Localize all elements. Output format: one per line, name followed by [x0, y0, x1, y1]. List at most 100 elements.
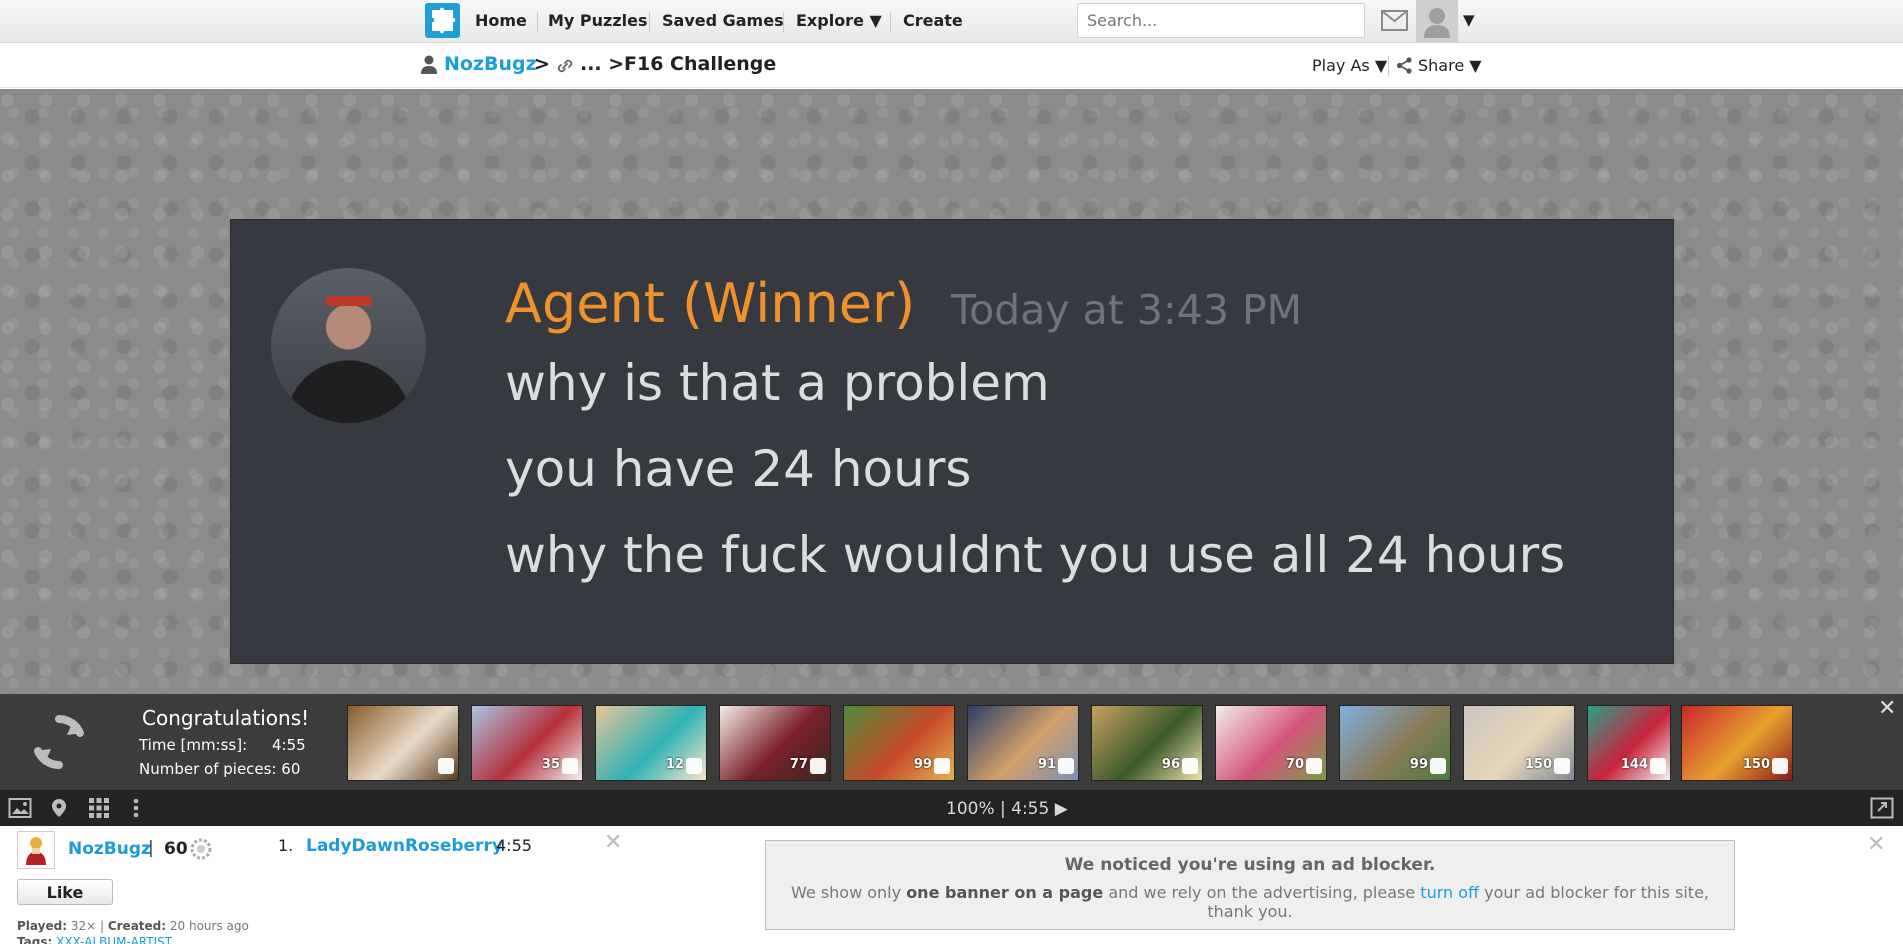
user-silhouette-icon: [1424, 8, 1450, 38]
suggested-puzzle-thumbnail[interactable]: 91: [967, 705, 1079, 781]
chat-avatar: [271, 268, 426, 423]
puzzle-info-area: NozBugz | 60 Like Played: 32× | Created:…: [0, 826, 1903, 944]
account-menu-caret[interactable]: ▼: [1463, 11, 1475, 29]
suggested-puzzle-thumbnail[interactable]: 96: [1091, 705, 1203, 781]
image-preview-icon[interactable]: [8, 797, 32, 819]
close-icon[interactable]: ✕: [604, 830, 622, 855]
nav-my-puzzles[interactable]: My Puzzles: [548, 11, 648, 30]
puzzle-piece-icon: [562, 758, 578, 774]
puzzle-piece-icon: [438, 758, 454, 774]
congrats-title: Congratulations!: [142, 706, 310, 730]
user-icon: [421, 55, 437, 74]
search-input[interactable]: [1077, 3, 1365, 38]
more-options-icon[interactable]: [132, 797, 140, 819]
breadcrumb-user-link[interactable]: NozBugz: [444, 53, 537, 75]
ad-notice-text: We show only one banner on a page and we…: [766, 883, 1734, 921]
mail-icon[interactable]: [1381, 10, 1408, 31]
suggested-puzzle-thumbnail[interactable]: [347, 705, 459, 781]
zoom-and-timer[interactable]: 100% | 4:55 ▶: [946, 799, 1068, 819]
thumbnail-piece-count: 77: [789, 757, 808, 772]
edge-pieces-icon[interactable]: [88, 797, 110, 819]
ad-blocker-notice: We noticed you're using an ad blocker. W…: [765, 840, 1735, 930]
nav-divider: [537, 12, 538, 32]
created-label: Created:: [107, 919, 167, 933]
ad-text-emphasis: one banner on a page: [906, 883, 1104, 902]
ghost-image-icon[interactable]: [47, 797, 71, 819]
puzzle-piece-icon: [810, 758, 826, 774]
top-navbar: Home My Puzzles Saved Games Explore ▼ Cr…: [0, 0, 1903, 43]
share-dropdown[interactable]: Share ▼: [1418, 56, 1482, 75]
pieces-count: Number of pieces: 60: [139, 760, 301, 778]
chat-message-line: why is that a problem: [505, 354, 1050, 412]
ad-notice-title: We noticed you're using an ad blocker.: [1064, 855, 1436, 875]
thumbnail-piece-count: 12: [665, 757, 684, 772]
leaderboard-time: 4:55: [496, 836, 532, 855]
played-label: Played:: [17, 919, 67, 933]
puzzle-canvas[interactable]: Agent (Winner) Today at 3:43 PM why is t…: [0, 89, 1903, 694]
nav-explore[interactable]: Explore ▼: [796, 11, 882, 30]
author-score: 60: [164, 839, 188, 859]
suggested-puzzle-thumbnail[interactable]: 150: [1463, 705, 1575, 781]
suggested-puzzle-thumbnail[interactable]: 144: [1587, 705, 1671, 781]
thumbnail-piece-count: 99: [913, 757, 932, 772]
replay-icon[interactable]: [28, 711, 90, 773]
close-icon[interactable]: ✕: [1867, 832, 1885, 857]
like-button[interactable]: Like: [17, 879, 113, 905]
site-logo[interactable]: [425, 3, 460, 38]
suggested-puzzle-thumbnail[interactable]: 99: [843, 705, 955, 781]
nav-home[interactable]: Home: [475, 11, 527, 30]
nav-create[interactable]: Create: [903, 11, 963, 30]
chat-message-line: you have 24 hours: [505, 440, 972, 498]
author-link[interactable]: NozBugz: [68, 839, 151, 859]
fullscreen-icon[interactable]: [1870, 797, 1894, 819]
puzzle-toolbar: 100% | 4:55 ▶: [0, 790, 1903, 826]
suggested-puzzle-thumbnail[interactable]: 70: [1215, 705, 1327, 781]
suggested-puzzle-thumbnail[interactable]: 35: [471, 705, 583, 781]
turn-off-link[interactable]: turn off: [1420, 883, 1479, 902]
suggested-puzzle-thumbnail[interactable]: 150: [1681, 705, 1793, 781]
nav-divider: [783, 12, 784, 32]
suggested-puzzle-thumbnail[interactable]: 77: [719, 705, 831, 781]
puzzle-piece-icon: [1772, 758, 1788, 774]
chat-username: Agent (Winner): [505, 272, 916, 335]
puzzle-piece-icon: [934, 758, 950, 774]
puzzle-piece-icon: [1554, 758, 1570, 774]
thumbnail-piece-count: 91: [1037, 757, 1056, 772]
suggested-puzzle-thumbnail[interactable]: 12: [595, 705, 707, 781]
breadcrumb-ellipsis[interactable]: ... >: [580, 53, 624, 75]
play-as-dropdown[interactable]: Play As ▼: [1312, 56, 1387, 75]
puzzle-piece-icon: [1058, 758, 1074, 774]
puzzle-piece-icon: [686, 758, 702, 774]
chat-timestamp: Today at 3:43 PM: [951, 286, 1303, 334]
puzzle-piece-icon: [1430, 758, 1446, 774]
score-badge-icon: [190, 838, 212, 860]
thumbnail-piece-count: 96: [1161, 757, 1180, 772]
tags-meta: Tags: XXX-ALBUM-ARTIST: [17, 935, 172, 944]
thumbnail-piece-count: 144: [1620, 757, 1648, 772]
share-icon[interactable]: [1396, 57, 1413, 74]
author-avatar-icon: [26, 837, 46, 865]
breadcrumb-separator: >: [534, 53, 550, 75]
author-avatar[interactable]: [17, 831, 55, 869]
leaderboard-rank: 1.: [278, 836, 294, 855]
nav-saved-games[interactable]: Saved Games: [662, 11, 784, 30]
close-icon[interactable]: ✕: [1878, 696, 1896, 721]
puzzle-piece-icon: [1182, 758, 1198, 774]
thumbnail-piece-count: 99: [1409, 757, 1428, 772]
nav-divider: [890, 12, 891, 32]
suggested-puzzle-thumbnail[interactable]: 99: [1339, 705, 1451, 781]
tag-link[interactable]: XXX-ALBUM-ARTIST: [56, 935, 172, 944]
puzzle-piece-icon: [1650, 758, 1666, 774]
ad-text-part: We show only: [791, 883, 902, 902]
leaderboard-user-link[interactable]: LadyDawnRoseberry: [306, 836, 503, 856]
user-avatar[interactable]: [1416, 0, 1458, 43]
thumbnail-piece-count: 35: [541, 757, 560, 772]
link-icon[interactable]: [555, 56, 575, 76]
page-title: F16 Challenge: [624, 53, 777, 75]
completed-puzzle-image: Agent (Winner) Today at 3:43 PM why is t…: [230, 219, 1674, 664]
played-created-meta: Played: 32× | Created: 20 hours ago: [17, 919, 249, 933]
ad-text-part: and we rely on the advertising, please: [1108, 883, 1416, 902]
played-value: 32×: [70, 919, 97, 933]
congratulations-panel: Congratulations! Time [mm:ss]: 4:55 Numb…: [0, 694, 1903, 790]
tags-label: Tags:: [17, 935, 53, 944]
